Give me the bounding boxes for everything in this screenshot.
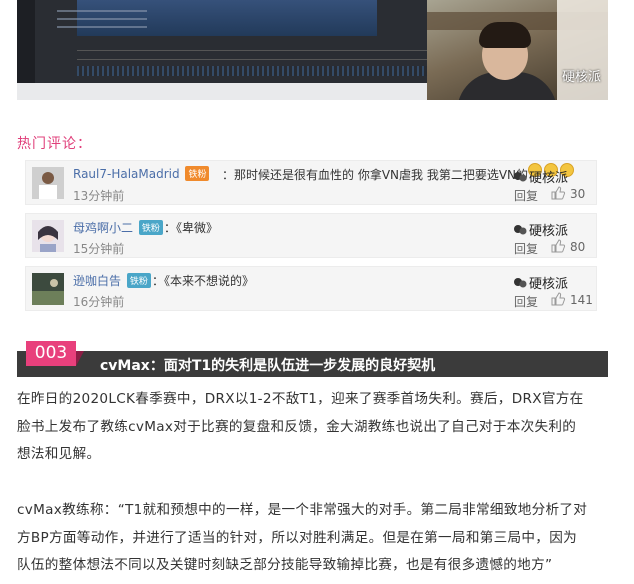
comment-item: 逊咖白告 铁粉 ：《本来不想说的》 硬核派 16分钟前 回复 141 xyxy=(25,266,597,311)
avatar[interactable] xyxy=(32,220,64,252)
webcam-frame xyxy=(427,0,608,100)
watermark: 硬核派 xyxy=(513,167,568,186)
comment-username[interactable]: Raul7-HalaMadrid 铁粉 xyxy=(73,166,210,181)
comment-item: 母鸡啊小二 铁粉 ：《卑微》 硬核派 15分钟前 回复 80 xyxy=(25,213,597,258)
avatar[interactable] xyxy=(32,167,64,199)
section-number-fold xyxy=(76,351,84,366)
wechat-icon xyxy=(514,225,527,235)
section-title: cvMax：面对T1的失利是队伍进一步发展的良好契机 xyxy=(100,358,436,374)
editor-text-lines xyxy=(57,10,147,34)
article-paragraph-2: cvMax教练称：“T1就和预想中的一样，是一个非常强大的对手。第二局非常细致地… xyxy=(17,497,608,580)
comment-time: 15分钟前 xyxy=(73,242,125,256)
fan-badge: 铁粉 xyxy=(126,273,151,288)
paragraph-line: 队伍的整体想法不同以及关键时刻缺乏部分技能导致输掉比赛，也是有很多遗憾的地方” xyxy=(17,557,553,573)
thumbs-up-icon[interactable] xyxy=(550,238,566,254)
avatar[interactable] xyxy=(32,273,64,305)
comment-text: ：《本来不想说的》 xyxy=(152,274,255,288)
section-header: 003 cvMax：面对T1的失利是队伍进一步发展的良好契机 xyxy=(17,341,608,378)
paragraph-line: 方BP方面等动作，并进行了适当的针对，所以对胜利满足。但是在第一局和第三局中，因… xyxy=(17,529,577,546)
like-count: 80 xyxy=(570,240,586,254)
like-count: 141 xyxy=(570,293,593,307)
watermark: 硬核派 xyxy=(513,220,568,239)
comment-item: Raul7-HalaMadrid 铁粉 ：那时候还是很有血性的 你拿VN虐我 我… xyxy=(25,160,597,205)
paragraph-line: cvMax教练称：“T1就和预想中的一样，是一个非常强大的对手。第二局非常细致地… xyxy=(17,502,588,518)
reply-button[interactable]: 回复 xyxy=(514,293,538,310)
side-panel xyxy=(557,0,608,100)
paragraph-line: 在昨日的2020LCK春季赛中，DRX以1-2不敌T1，迎来了赛季首场失利。赛后… xyxy=(17,391,584,407)
status-bar xyxy=(17,83,437,100)
reply-button[interactable]: 回复 xyxy=(514,240,538,257)
player-controls xyxy=(77,50,427,60)
article-paragraph-1: 在昨日的2020LCK春季赛中，DRX以1-2不敌T1，迎来了赛季首场失利。赛后… xyxy=(17,386,608,469)
reply-button[interactable]: 回复 xyxy=(514,187,538,204)
like-count: 30 xyxy=(570,187,586,201)
wechat-icon xyxy=(514,278,527,288)
comment-text: ：《卑微》 xyxy=(164,221,219,235)
comment-username[interactable]: 逊咖白告 铁粉 xyxy=(73,272,151,289)
paragraph-line: 脸书上发布了教练cvMax对于比赛的复盘和反馈，金大湖教练也说出了自己对于本次失… xyxy=(17,418,577,435)
watermark: 硬核派 xyxy=(562,70,602,85)
thumbs-up-icon[interactable] xyxy=(550,291,566,307)
comment-time: 16分钟前 xyxy=(73,295,125,309)
fan-badge: 铁粉 xyxy=(185,166,210,181)
comment-text: ：那时候还是很有血性的 你拿VN虐我 我第二把要选VN的 xyxy=(222,168,529,182)
timeline-track xyxy=(77,66,427,76)
thumbs-up-icon[interactable] xyxy=(550,185,566,201)
section-number: 003 xyxy=(26,341,76,366)
hot-comments-title: 热门评论： xyxy=(17,136,92,152)
paragraph-line: 想法和见解。 xyxy=(17,446,101,462)
comment-time: 13分钟前 xyxy=(73,189,125,203)
video-screenshot: 硬核派 xyxy=(17,0,608,100)
fan-badge: 铁粉 xyxy=(138,220,163,235)
comment-username[interactable]: 母鸡啊小二 铁粉 xyxy=(73,219,163,236)
watermark: 硬核派 xyxy=(513,273,568,292)
person-hair xyxy=(479,22,531,48)
wechat-icon xyxy=(514,172,527,182)
